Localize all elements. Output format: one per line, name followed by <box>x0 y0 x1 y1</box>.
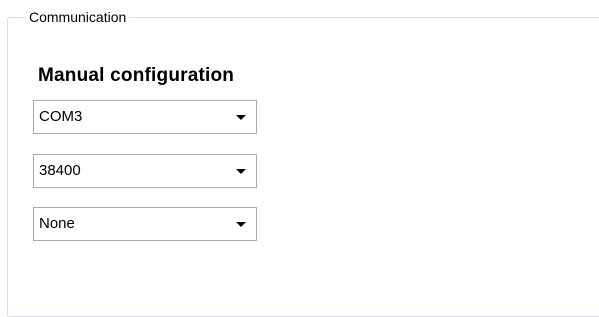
manual-configuration-heading: Manual configuration <box>38 65 235 86</box>
port-dropdown[interactable]: COM3 <box>33 100 257 134</box>
baud-rate-dropdown-value: 38400 <box>39 162 81 179</box>
chevron-down-icon[interactable] <box>236 115 246 120</box>
chevron-down-icon[interactable] <box>236 222 246 227</box>
baud-rate-dropdown[interactable]: 38400 <box>33 154 257 188</box>
groupbox-title: Communication <box>26 9 130 25</box>
parity-dropdown-value: None <box>39 215 75 232</box>
parity-dropdown[interactable]: None <box>33 207 257 241</box>
chevron-down-icon[interactable] <box>236 169 246 174</box>
port-dropdown-value: COM3 <box>39 108 83 125</box>
